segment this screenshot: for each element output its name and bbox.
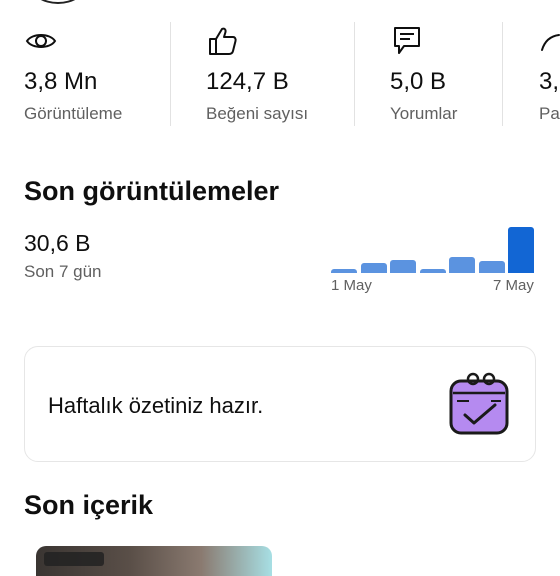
views-bar-chart[interactable]: 1 May 7 May — [330, 222, 540, 298]
chart-bar — [508, 227, 534, 273]
divider — [170, 22, 171, 126]
chart-tick-label: 1 May — [331, 277, 372, 294]
stat-label: Beğeni sayısı — [206, 104, 309, 123]
stat-value: 3, — [539, 68, 560, 95]
weekly-summary-text: Haftalık özetiniz hazır. — [48, 393, 264, 418]
chart-tick-label: 7 May — [493, 277, 534, 294]
eye-icon — [25, 34, 57, 48]
chart-bar — [331, 269, 357, 273]
chart-bar — [390, 259, 416, 273]
recent-content-title: Son içerik — [24, 490, 154, 520]
divider — [502, 22, 503, 126]
calendar-check-icon — [449, 372, 509, 435]
comment-icon — [394, 27, 420, 54]
stat-value: 5,0 B — [390, 68, 447, 95]
chart-bar — [419, 269, 446, 273]
weekly-summary-card[interactable]: Haftalık özetiniz hazır. — [24, 346, 536, 462]
stat-label: Görüntüleme — [24, 104, 123, 123]
chart-bar — [478, 261, 505, 273]
stat-label: Pa — [539, 104, 560, 123]
video-thumbnail[interactable] — [36, 546, 272, 576]
chart-bar — [449, 256, 475, 273]
stat-label: Yorumlar — [390, 104, 458, 123]
recent-views-title: Son görüntülemeler — [24, 176, 280, 206]
recent-views-period: Son 7 gün — [24, 262, 102, 281]
chart-bar — [360, 263, 387, 273]
stats-row: 3,8 Mn Görüntüleme 124,7 B Beğeni sayısı… — [0, 18, 560, 130]
stat-value: 3,8 Mn — [24, 68, 98, 95]
stat-value: 124,7 B — [206, 68, 289, 95]
recent-views-value: 30,6 B — [24, 230, 91, 256]
avatar[interactable] — [30, 0, 86, 4]
share-icon — [541, 34, 560, 51]
thumbs-up-icon — [209, 27, 237, 55]
thumbnail-overlay — [44, 552, 104, 566]
divider — [354, 22, 355, 126]
